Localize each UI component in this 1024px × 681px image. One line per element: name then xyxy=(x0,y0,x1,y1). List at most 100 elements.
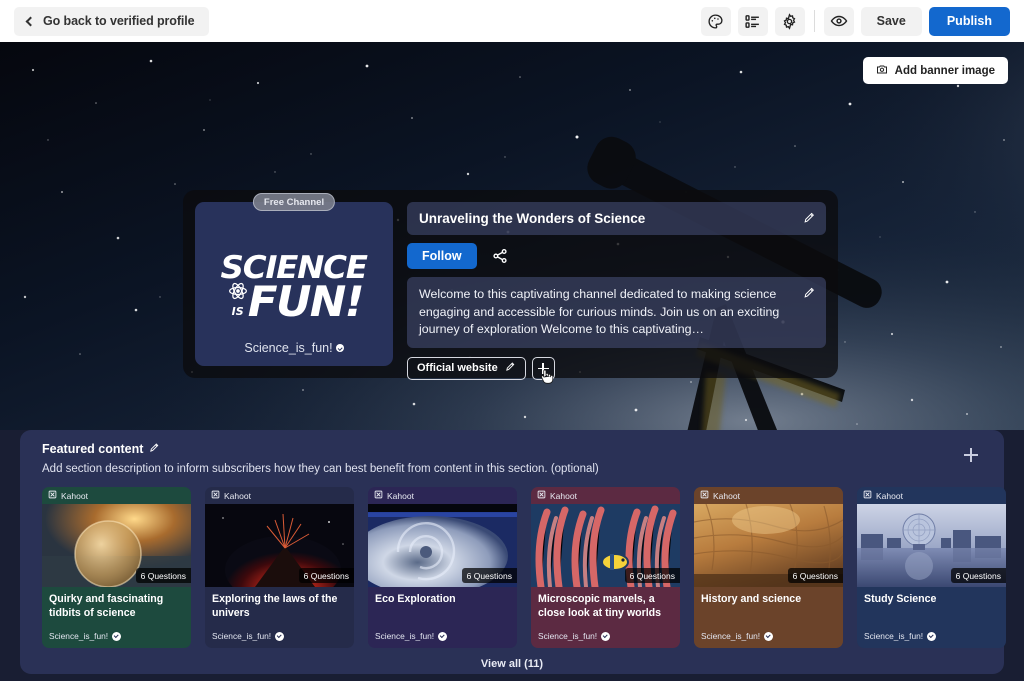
follow-label: Follow xyxy=(422,249,462,263)
kahoot-card-image: 6 Questions xyxy=(694,504,843,587)
channel-logo-artwork: SCIENCE IS FUN! xyxy=(221,253,368,327)
logo-line-fun: FUN! xyxy=(247,277,364,327)
verified-badge-icon xyxy=(764,631,774,641)
view-all-button[interactable]: View all (11) xyxy=(42,658,982,670)
add-link-button[interactable] xyxy=(531,356,555,384)
kahoot-card-title: Exploring the laws of the univers xyxy=(212,593,338,619)
featured-header: Featured content Add section description… xyxy=(42,442,982,475)
save-button[interactable]: Save xyxy=(860,6,922,36)
kahoot-card[interactable]: Kahoot 6 Questions xyxy=(205,487,354,648)
pencil-icon[interactable] xyxy=(803,211,816,224)
channel-title-field[interactable]: Unraveling the Wonders of Science xyxy=(407,202,826,235)
add-featured-section-button[interactable] xyxy=(960,444,982,466)
question-count-badge: 6 Questions xyxy=(298,568,354,583)
verified-badge-icon xyxy=(927,631,937,641)
kahoot-grid-icon xyxy=(700,490,709,501)
question-count-badge: 6 Questions xyxy=(461,568,517,583)
kahoot-card-author: Science_is_fun! xyxy=(864,631,999,641)
verified-badge-icon xyxy=(438,631,448,641)
kahoot-card-image: 6 Questions xyxy=(205,504,354,587)
publish-label: Publish xyxy=(946,14,992,28)
channel-actions: Follow xyxy=(407,243,826,269)
go-back-button[interactable]: Go back to verified profile xyxy=(14,6,209,36)
kahoot-grid-icon xyxy=(211,490,220,501)
kahoot-grid-icon xyxy=(863,490,872,501)
toolbar-actions: Save Publish xyxy=(700,6,1010,36)
kahoot-card-image: 6 Questions xyxy=(531,504,680,587)
chevron-left-icon xyxy=(25,16,36,26)
kahoot-card-kind: Kahoot xyxy=(857,487,1006,504)
featured-section-description[interactable]: Add section description to inform subscr… xyxy=(42,463,599,475)
follow-button[interactable]: Follow xyxy=(407,243,477,269)
pencil-icon[interactable] xyxy=(505,361,516,375)
kahoot-grid-icon xyxy=(537,490,546,501)
kahoot-card-title: History and science xyxy=(701,593,802,605)
channel-handle-label: Science_is_fun! xyxy=(244,341,333,355)
featured-section-title-label: Featured content xyxy=(42,442,144,456)
question-count-badge: 6 Questions xyxy=(135,568,191,583)
kahoot-card-title: Microscopic marvels, a close look at tin… xyxy=(538,593,662,619)
add-banner-image-button[interactable]: Add banner image xyxy=(862,57,1008,84)
question-count-badge: 6 Questions xyxy=(787,568,843,583)
kahoot-card-image: 6 Questions xyxy=(857,504,1006,587)
kahoot-card-title: Study Science xyxy=(864,593,937,605)
kahoot-card-kind: Kahoot xyxy=(694,487,843,504)
publish-button[interactable]: Publish xyxy=(928,6,1010,36)
settings-button[interactable] xyxy=(774,6,805,36)
verified-badge-icon xyxy=(112,631,122,641)
theme-palette-icon xyxy=(707,13,724,30)
kahoot-card-kind: Kahoot xyxy=(531,487,680,504)
toolbar-divider xyxy=(813,10,815,32)
channel-title-text: Unraveling the Wonders of Science xyxy=(419,211,646,226)
channel-links-row: Official website xyxy=(407,356,826,384)
sections-list-button[interactable] xyxy=(737,6,768,36)
kahoot-card[interactable]: Kahoot 6 Questions xyxy=(694,487,843,648)
kahoot-card[interactable]: Kahoot xyxy=(531,487,680,648)
kahoot-card[interactable]: Kahoot 6 Questions xyxy=(42,487,191,648)
channel-logo[interactable]: Free Channel SCIENCE IS FUN! Science_is_… xyxy=(195,193,393,366)
share-icon[interactable] xyxy=(491,247,509,265)
featured-cards-row: Kahoot 6 Questions Quirky and fascinatin… xyxy=(42,487,1006,648)
kahoot-card-title: Quirky and fascinating tidbits of scienc… xyxy=(49,593,164,619)
channel-description-text: Welcome to this captivating channel dedi… xyxy=(419,287,780,337)
go-back-label: Go back to verified profile xyxy=(43,14,195,28)
theme-palette-button[interactable] xyxy=(700,6,731,36)
logo-line-is: IS xyxy=(231,304,244,318)
verified-badge-icon xyxy=(335,344,344,352)
sections-list-icon xyxy=(744,13,761,30)
featured-content-panel: Featured content Add section description… xyxy=(20,430,1006,674)
kahoot-card-kind: Kahoot xyxy=(368,487,517,504)
kahoot-card-author: Science_is_fun! xyxy=(538,631,673,641)
channel-header-card: Free Channel SCIENCE IS FUN! Science_is_… xyxy=(183,190,838,384)
kahoot-card-kind: Kahoot xyxy=(205,487,354,504)
kahoot-grid-icon xyxy=(374,490,383,501)
channel-details: Unraveling the Wonders of Science Follow… xyxy=(407,202,826,384)
verified-badge-icon xyxy=(601,631,611,641)
preview-button[interactable] xyxy=(823,6,854,36)
kahoot-card[interactable]: Kahoot 6 Questions xyxy=(368,487,517,648)
kahoot-card[interactable]: Kahoot xyxy=(857,487,1006,648)
kahoot-card-author: Science_is_fun! xyxy=(701,631,836,641)
kahoot-card-image: 6 Questions xyxy=(368,504,517,587)
pencil-icon[interactable] xyxy=(803,286,816,299)
verified-badge-icon xyxy=(275,631,285,641)
eye-preview-icon xyxy=(830,12,848,30)
kahoot-card-author: Science_is_fun! xyxy=(375,631,510,641)
save-label: Save xyxy=(876,14,906,28)
camera-icon xyxy=(876,63,888,78)
official-website-label: Official website xyxy=(417,362,498,375)
official-website-chip[interactable]: Official website xyxy=(407,356,526,380)
kahoot-card-title: Eco Exploration xyxy=(375,593,456,605)
question-count-badge: 6 Questions xyxy=(950,568,1006,583)
question-count-badge: 6 Questions xyxy=(624,568,680,583)
add-banner-image-label: Add banner image xyxy=(894,64,995,77)
gear-icon xyxy=(781,12,798,30)
featured-section-title[interactable]: Featured content xyxy=(42,442,599,456)
top-toolbar: Go back to verified profile Save Publish xyxy=(0,0,1024,42)
kahoot-card-kind: Kahoot xyxy=(42,487,191,504)
pencil-icon[interactable] xyxy=(149,442,160,456)
kahoot-card-image: 6 Questions xyxy=(42,504,191,587)
kahoot-card-author: Science_is_fun! xyxy=(212,631,347,641)
kahoot-grid-icon xyxy=(48,490,57,501)
channel-description-field[interactable]: Welcome to this captivating channel dedi… xyxy=(407,277,826,348)
